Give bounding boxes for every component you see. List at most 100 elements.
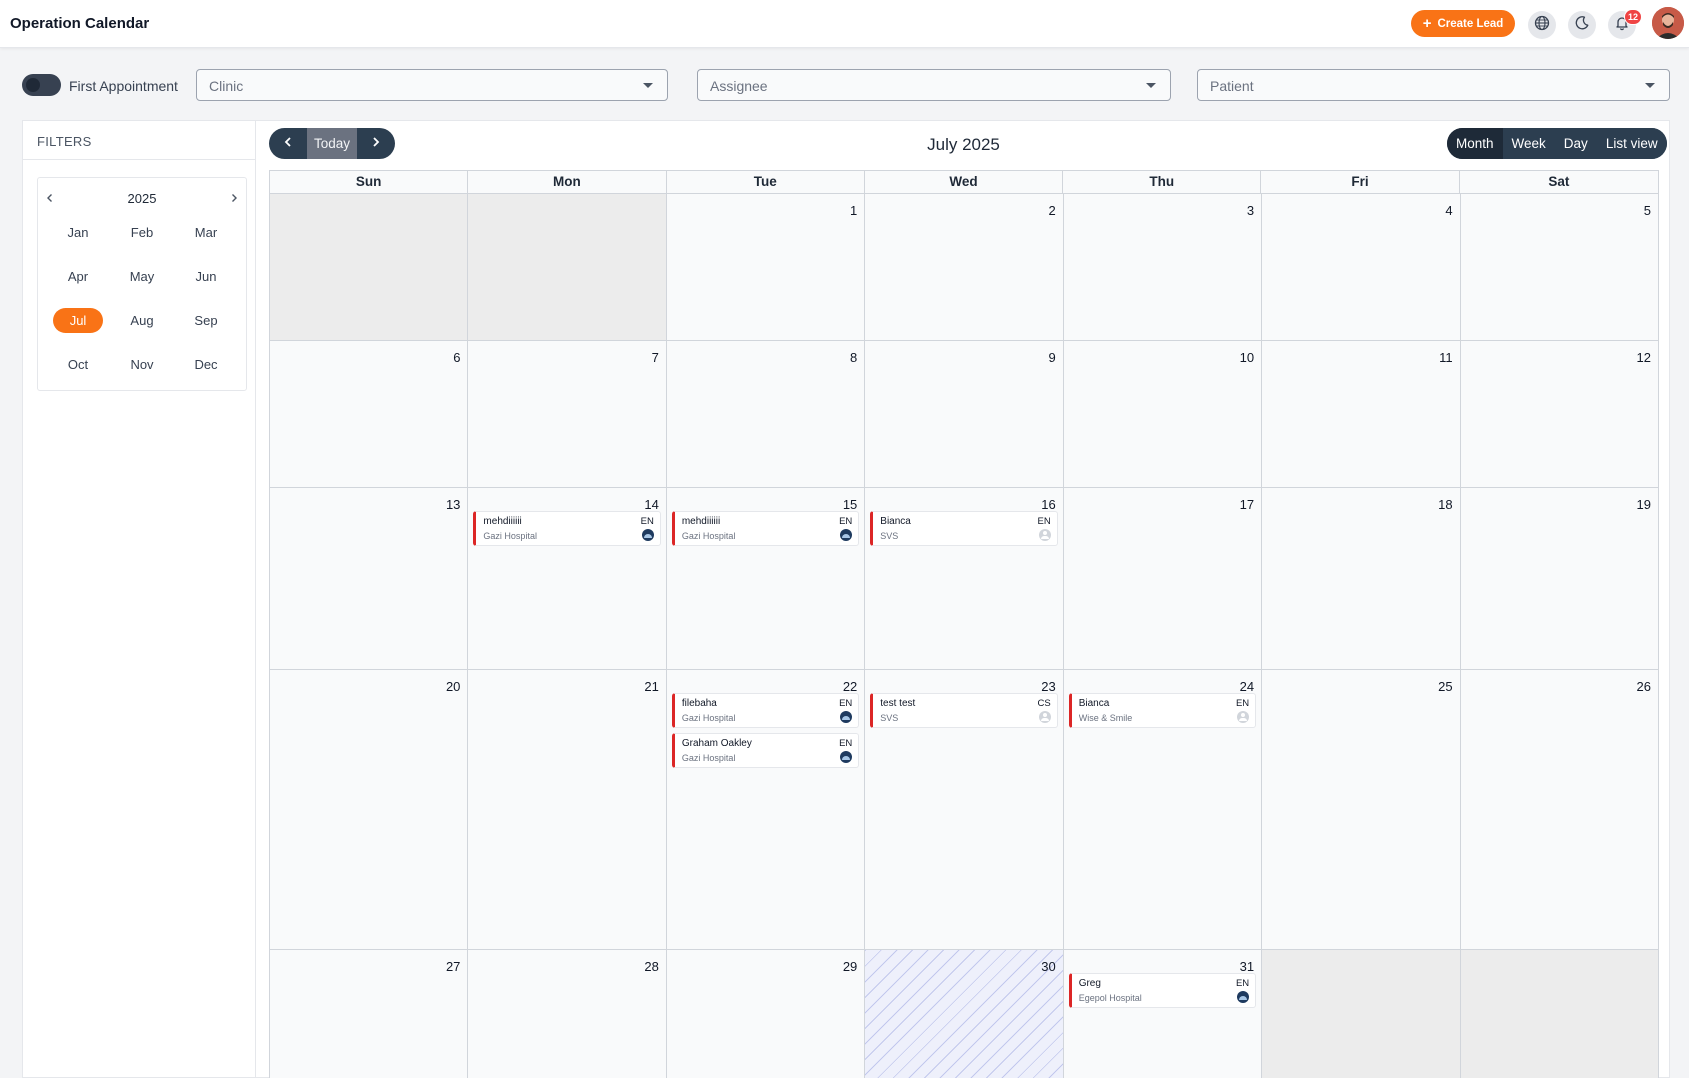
event-card[interactable]: Bianca Wise & Smile EN bbox=[1068, 693, 1257, 728]
day-number[interactable]: 17 bbox=[1240, 497, 1254, 512]
chevron-right-icon[interactable] bbox=[226, 190, 242, 206]
day-cell-empty[interactable] bbox=[1262, 950, 1461, 1078]
month-option-jan[interactable]: Jan bbox=[53, 220, 103, 245]
day-cell-11[interactable]: 11 bbox=[1262, 341, 1461, 487]
event-card[interactable]: filebaha Gazi Hospital EN bbox=[671, 693, 860, 728]
day-number[interactable]: 3 bbox=[1247, 203, 1254, 218]
day-number[interactable]: 2 bbox=[1048, 203, 1055, 218]
day-cell-6[interactable]: 6 bbox=[270, 341, 469, 487]
month-option-feb[interactable]: Feb bbox=[117, 220, 167, 245]
theme-toggle-button[interactable] bbox=[1568, 11, 1596, 39]
day-cell-20[interactable]: 20 bbox=[270, 670, 469, 949]
day-number[interactable]: 13 bbox=[446, 497, 460, 512]
day-cell-10[interactable]: 10 bbox=[1063, 341, 1263, 487]
day-number[interactable]: 31 bbox=[1240, 959, 1254, 974]
view-list-view-button[interactable]: List view bbox=[1596, 128, 1667, 159]
view-month-button[interactable]: Month bbox=[1447, 128, 1503, 159]
day-cell-8[interactable]: 8 bbox=[666, 341, 866, 487]
view-week-button[interactable]: Week bbox=[1502, 128, 1555, 159]
day-number[interactable]: 25 bbox=[1438, 679, 1452, 694]
month-option-aug[interactable]: Aug bbox=[117, 308, 167, 333]
day-number[interactable]: 27 bbox=[446, 959, 460, 974]
day-number[interactable]: 15 bbox=[843, 497, 857, 512]
patient-select[interactable]: Patient bbox=[1197, 69, 1670, 101]
clinic-select[interactable]: Clinic bbox=[196, 69, 668, 101]
avatar[interactable] bbox=[1652, 7, 1684, 39]
day-number[interactable]: 5 bbox=[1644, 203, 1651, 218]
day-cell-4[interactable]: 4 bbox=[1262, 194, 1461, 340]
month-option-dec[interactable]: Dec bbox=[181, 352, 231, 377]
day-cell-24[interactable]: 24 Bianca Wise & Smile EN bbox=[1063, 670, 1263, 949]
day-cell-1[interactable]: 1 bbox=[666, 194, 866, 340]
day-cell-13[interactable]: 13 bbox=[270, 488, 469, 669]
day-cell-26[interactable]: 26 bbox=[1460, 670, 1659, 949]
assignee-select[interactable]: Assignee bbox=[697, 69, 1171, 101]
day-number[interactable]: 28 bbox=[644, 959, 658, 974]
first-appointment-toggle[interactable] bbox=[22, 74, 61, 96]
day-cell-empty[interactable] bbox=[1460, 950, 1659, 1078]
prev-month-button[interactable] bbox=[269, 128, 307, 159]
day-cell-23[interactable]: 23 test test SVS CS bbox=[865, 670, 1064, 949]
day-cell-16[interactable]: 16 Bianca SVS EN bbox=[865, 488, 1064, 669]
day-cell-18[interactable]: 18 bbox=[1262, 488, 1461, 669]
day-cell-5[interactable]: 5 bbox=[1460, 194, 1659, 340]
day-cell-25[interactable]: 25 bbox=[1262, 670, 1461, 949]
day-number[interactable]: 14 bbox=[644, 497, 658, 512]
day-cell-empty[interactable] bbox=[270, 194, 469, 340]
event-card[interactable]: mehdiiiiii Gazi Hospital EN bbox=[671, 511, 860, 546]
day-cell-19[interactable]: 19 bbox=[1460, 488, 1659, 669]
language-button[interactable] bbox=[1528, 11, 1556, 39]
day-cell-28[interactable]: 28 bbox=[468, 950, 667, 1078]
day-number[interactable]: 16 bbox=[1041, 497, 1055, 512]
month-option-nov[interactable]: Nov bbox=[117, 352, 167, 377]
day-cell-empty[interactable] bbox=[468, 194, 667, 340]
day-number[interactable]: 11 bbox=[1439, 350, 1453, 365]
day-cell-9[interactable]: 9 bbox=[865, 341, 1064, 487]
day-number[interactable]: 8 bbox=[850, 350, 857, 365]
month-option-jul[interactable]: Jul bbox=[53, 308, 103, 333]
day-number[interactable]: 19 bbox=[1637, 497, 1651, 512]
day-number[interactable]: 26 bbox=[1637, 679, 1651, 694]
event-card[interactable]: mehdiiiiii Gazi Hospital EN bbox=[473, 511, 661, 546]
day-cell-3[interactable]: 3 bbox=[1063, 194, 1263, 340]
view-day-button[interactable]: Day bbox=[1554, 128, 1597, 159]
day-cell-22[interactable]: 22 filebaha Gazi Hospital EN Graham Oakley Ga… bbox=[666, 670, 866, 949]
event-card[interactable]: test test SVS CS bbox=[870, 693, 1058, 728]
day-cell-7[interactable]: 7 bbox=[468, 341, 667, 487]
next-month-button[interactable] bbox=[357, 128, 395, 159]
month-option-sep[interactable]: Sep bbox=[181, 308, 231, 333]
day-number[interactable]: 21 bbox=[644, 679, 658, 694]
event-card[interactable]: Bianca SVS EN bbox=[870, 511, 1058, 546]
day-number[interactable]: 29 bbox=[843, 959, 857, 974]
day-cell-27[interactable]: 27 bbox=[270, 950, 469, 1078]
event-card[interactable]: Greg Egepol Hospital EN bbox=[1068, 973, 1257, 1008]
day-cell-15[interactable]: 15 mehdiiiiii Gazi Hospital EN bbox=[666, 488, 866, 669]
day-cell-29[interactable]: 29 bbox=[666, 950, 866, 1078]
day-number[interactable]: 7 bbox=[652, 350, 659, 365]
month-option-apr[interactable]: Apr bbox=[53, 264, 103, 289]
day-cell-12[interactable]: 12 bbox=[1460, 341, 1659, 487]
month-option-oct[interactable]: Oct bbox=[53, 352, 103, 377]
month-option-jun[interactable]: Jun bbox=[181, 264, 231, 289]
day-cell-17[interactable]: 17 bbox=[1063, 488, 1263, 669]
month-option-may[interactable]: May bbox=[117, 264, 167, 289]
event-card[interactable]: Graham Oakley Gazi Hospital EN bbox=[671, 733, 860, 768]
day-cell-31[interactable]: 31 Greg Egepol Hospital EN bbox=[1063, 950, 1263, 1078]
create-lead-button[interactable]: + Create Lead bbox=[1411, 10, 1515, 37]
day-number[interactable]: 30 bbox=[1041, 959, 1055, 974]
today-button[interactable]: Today bbox=[307, 128, 357, 159]
day-number[interactable]: 12 bbox=[1637, 350, 1651, 365]
month-option-mar[interactable]: Mar bbox=[181, 220, 231, 245]
day-number[interactable]: 24 bbox=[1240, 679, 1254, 694]
day-number[interactable]: 6 bbox=[453, 350, 460, 365]
day-number[interactable]: 20 bbox=[446, 679, 460, 694]
day-cell-30[interactable]: 30 bbox=[865, 950, 1064, 1078]
day-number[interactable]: 1 bbox=[850, 203, 857, 218]
day-number[interactable]: 23 bbox=[1041, 679, 1055, 694]
day-cell-2[interactable]: 2 bbox=[865, 194, 1064, 340]
day-cell-21[interactable]: 21 bbox=[468, 670, 667, 949]
day-number[interactable]: 9 bbox=[1048, 350, 1055, 365]
day-number[interactable]: 18 bbox=[1438, 497, 1452, 512]
day-number[interactable]: 10 bbox=[1240, 350, 1254, 365]
day-number[interactable]: 4 bbox=[1445, 203, 1452, 218]
